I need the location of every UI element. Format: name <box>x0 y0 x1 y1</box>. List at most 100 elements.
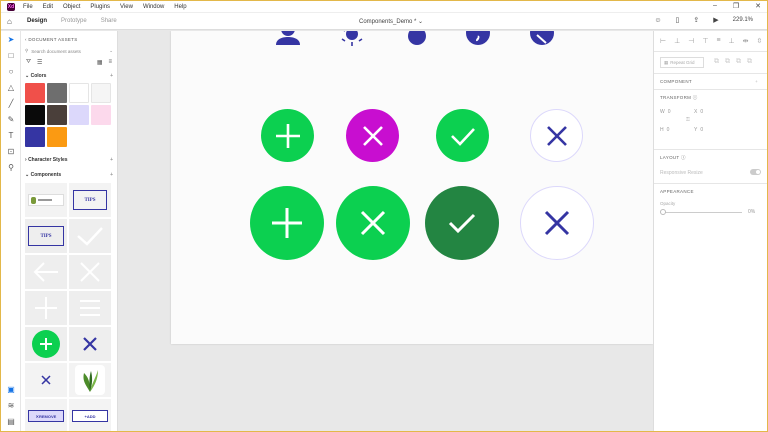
color-swatch[interactable] <box>47 83 67 103</box>
assets-search[interactable]: ⚲ Search document assets ⌄ <box>25 47 113 55</box>
add-button-large[interactable] <box>250 186 324 260</box>
component-arrow-left-thumb[interactable] <box>25 255 67 289</box>
canvas[interactable] <box>119 31 653 431</box>
compass-icon[interactable] <box>529 31 555 47</box>
component-tips-outline-thumb[interactable]: TIPS <box>25 219 67 253</box>
zoom-level[interactable]: 229.1% <box>733 17 753 23</box>
plugins-icon[interactable]: ▤ <box>6 417 16 427</box>
close-button-outline[interactable] <box>530 109 583 162</box>
globe-icon[interactable] <box>465 31 491 47</box>
color-swatch[interactable] <box>91 105 111 125</box>
align-bottom-icon[interactable]: ⊥ <box>729 37 735 45</box>
color-swatch[interactable] <box>69 83 89 103</box>
colors-section-header[interactable]: ⌄ Colors + <box>21 70 117 82</box>
close-icon[interactable]: ✕ <box>755 2 761 10</box>
document-title[interactable]: Components_Demo * ⌄ <box>359 18 423 25</box>
polygon-tool-icon[interactable]: △ <box>6 83 16 93</box>
x-field[interactable]: X0 <box>694 109 703 115</box>
tab-prototype[interactable]: Prototype <box>61 18 87 24</box>
menu-help[interactable]: Help <box>174 4 186 10</box>
confirm-button[interactable] <box>436 109 489 162</box>
components-header[interactable]: ⌄ Components + <box>21 169 117 181</box>
opacity-slider-handle[interactable] <box>660 209 666 215</box>
component-check-white-thumb[interactable] <box>69 219 111 253</box>
repeat-grid-button[interactable]: ▦ Repeat Grid <box>660 57 704 68</box>
align-center-icon[interactable]: ⊥ <box>674 37 680 45</box>
color-swatch[interactable] <box>91 83 111 103</box>
pen-tool-icon[interactable]: ✎ <box>6 115 16 125</box>
component-remove-button-thumb[interactable]: ✕ REMOVE <box>25 399 67 431</box>
intersect-icon[interactable]: ⧉ <box>736 58 741 66</box>
component-card-thumb[interactable] <box>25 183 67 217</box>
component-x-white-thumb[interactable] <box>69 255 111 289</box>
filter-icon[interactable]: ⛛ <box>26 59 31 66</box>
component-menu-white-thumb[interactable] <box>69 291 111 325</box>
minimize-icon[interactable]: – <box>713 2 717 10</box>
play-icon[interactable]: ▶ <box>713 16 718 24</box>
tab-share[interactable]: Share <box>101 18 117 24</box>
exclude-icon[interactable]: ⧉ <box>747 58 752 66</box>
menu-file[interactable]: File <box>23 4 33 10</box>
circle-icon[interactable] <box>407 31 427 47</box>
ellipse-tool-icon[interactable]: ○ <box>6 67 16 77</box>
height-field[interactable]: H0 <box>660 127 669 133</box>
user-icon[interactable]: ☺ <box>654 17 661 24</box>
character-styles-header[interactable]: › Character Styles + <box>21 154 117 166</box>
color-swatch[interactable] <box>25 105 45 125</box>
grid-view-icon[interactable]: ▦ <box>97 59 103 66</box>
component-add-button-thumb[interactable]: + ADD <box>69 399 111 431</box>
rectangle-tool-icon[interactable]: □ <box>6 51 16 61</box>
add-color-icon[interactable]: + <box>110 73 113 79</box>
color-swatch[interactable] <box>47 105 67 125</box>
sun-icon[interactable] <box>339 31 365 47</box>
union-icon[interactable]: ⧉ <box>714 58 719 66</box>
menu-edit[interactable]: Edit <box>43 4 53 10</box>
assets-panel-icon[interactable]: ▣ <box>6 385 16 395</box>
y-field[interactable]: Y0 <box>694 127 703 133</box>
color-swatch[interactable] <box>25 127 45 147</box>
color-swatch[interactable] <box>25 83 45 103</box>
color-swatch[interactable] <box>47 127 67 147</box>
sort-icon[interactable]: ☰ <box>37 59 42 66</box>
menu-plugins[interactable]: Plugins <box>90 4 110 10</box>
tab-design[interactable]: Design <box>27 18 47 24</box>
close-button-large-outline[interactable] <box>520 186 594 260</box>
component-tips-thumb[interactable]: TIPS <box>69 183 111 217</box>
align-left-icon[interactable]: ⊢ <box>660 37 666 45</box>
opacity-slider-track[interactable] <box>662 212 742 213</box>
component-plus-white-thumb[interactable] <box>25 291 67 325</box>
lock-aspect-icon[interactable]: ⚿ <box>686 117 690 123</box>
subtract-icon[interactable]: ⧉ <box>725 58 730 66</box>
responsive-resize-toggle[interactable] <box>750 169 761 175</box>
text-tool-icon[interactable]: T <box>6 131 16 141</box>
add-component-icon[interactable]: + <box>755 79 762 84</box>
component-plant-image-thumb[interactable] <box>69 363 111 397</box>
artboard[interactable] <box>171 31 653 344</box>
menu-object[interactable]: Object <box>63 4 80 10</box>
align-middle-icon[interactable]: ≡ <box>716 37 720 45</box>
distribute-v-icon[interactable]: ⇳ <box>757 37 763 45</box>
layers-icon[interactable]: ≋ <box>6 401 16 411</box>
line-tool-icon[interactable]: ╱ <box>6 99 16 109</box>
opacity-value[interactable]: 0% <box>748 209 755 215</box>
artboard-tool-icon[interactable]: ⊡ <box>6 147 16 157</box>
remove-button-large[interactable] <box>336 186 410 260</box>
distribute-icon[interactable]: ⇹ <box>743 37 749 45</box>
mobile-preview-icon[interactable]: ▯ <box>676 16 680 24</box>
component-plus-green-thumb[interactable] <box>25 327 67 361</box>
user-icon[interactable] <box>273 31 303 47</box>
align-right-icon[interactable]: ⊣ <box>688 37 694 45</box>
add-button[interactable] <box>261 109 314 162</box>
align-top-icon[interactable]: ⊤ <box>702 37 708 45</box>
add-style-icon[interactable]: + <box>110 157 113 163</box>
remove-button-hover[interactable] <box>346 109 399 162</box>
select-tool-icon[interactable]: ➤ <box>6 35 16 45</box>
confirm-button-large-pressed[interactable] <box>425 186 499 260</box>
export-icon[interactable]: ⇪ <box>693 16 699 24</box>
restore-icon[interactable]: ❐ <box>733 2 739 10</box>
add-component-icon[interactable]: + <box>110 172 113 178</box>
home-icon[interactable]: ⌂ <box>7 17 17 26</box>
component-x-small-thumb[interactable] <box>25 363 67 397</box>
component-x-navy-thumb[interactable] <box>69 327 111 361</box>
menu-view[interactable]: View <box>120 4 133 10</box>
